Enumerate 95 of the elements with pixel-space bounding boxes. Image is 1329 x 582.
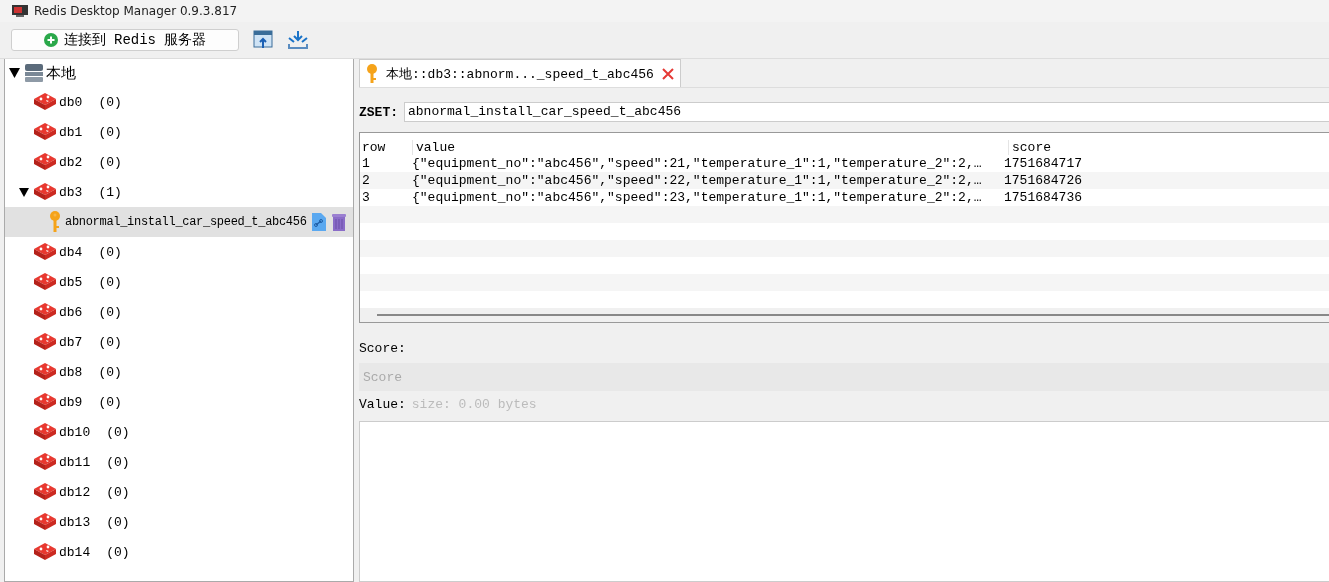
collapse-arrow-icon[interactable] xyxy=(9,68,20,78)
horizontal-scrollbar[interactable] xyxy=(377,314,1329,316)
key-count: (0) xyxy=(106,544,130,560)
database-cube-icon xyxy=(33,272,57,292)
table-cell-text: 2 xyxy=(361,173,371,188)
key-count: (0) xyxy=(98,274,122,290)
import-icon[interactable] xyxy=(253,30,273,50)
database-label: db7 xyxy=(59,334,83,350)
database-cube-icon xyxy=(33,542,57,562)
database-tree-item[interactable]: db0 (0) xyxy=(5,87,353,117)
plus-icon xyxy=(43,33,58,47)
database-cube-icon xyxy=(33,92,57,112)
download-icon[interactable] xyxy=(287,30,309,50)
key-count: (0) xyxy=(106,424,130,440)
database-tree-item[interactable]: db4 (0) xyxy=(5,237,353,267)
database-cube-icon xyxy=(33,332,57,352)
table-cell-text: {"equipment_no":"abc456","speed":22,"temperature_1":1,"temperature_2":2,… xyxy=(412,173,983,188)
database-tree-item[interactable]: db13 (0) xyxy=(5,507,353,537)
collapse-arrow-icon[interactable] xyxy=(19,187,29,197)
table-cell-text: {"equipment_no":"abc456","speed":23,"temperature_1":1,"temperature_2":2,… xyxy=(412,190,983,205)
window-title: Redis Desktop Manager 0.9.3.817 xyxy=(34,4,238,18)
key-label: abnormal_install_car_speed_t_abc456 xyxy=(65,215,307,229)
table-cell: 1751684717 xyxy=(1004,156,1082,171)
database-label: db8 xyxy=(59,364,83,380)
database-cube-icon xyxy=(33,452,57,472)
key-count: (0) xyxy=(98,394,122,410)
table-cell-text: 1 xyxy=(361,156,371,171)
database-tree-item[interactable]: db7 (0) xyxy=(5,327,353,357)
key-count: (0) xyxy=(98,124,122,140)
database-cube-icon xyxy=(33,152,57,172)
database-tree-item[interactable]: db5 (0) xyxy=(5,267,353,297)
database-tree-item[interactable]: db9 (0) xyxy=(5,387,353,417)
table-cell-text: {"equipment_no":"abc456","speed":21,"temperature_1":1,"temperature_2":2,… xyxy=(412,156,983,171)
column-header[interactable]: row xyxy=(360,140,412,155)
database-label: db10 xyxy=(59,424,91,440)
key-icon xyxy=(49,211,61,233)
database-cube-icon xyxy=(33,512,57,532)
database-tree-item[interactable]: db6 (0) xyxy=(5,297,353,327)
table-cell: 1751684736 xyxy=(1004,190,1082,205)
database-tree-item[interactable]: db8 (0) xyxy=(5,357,353,387)
key-icon xyxy=(366,63,378,84)
app-logo-icon xyxy=(12,5,28,17)
database-cube-icon xyxy=(33,182,57,202)
key-count: (1) xyxy=(98,184,122,200)
database-cube-icon xyxy=(33,482,57,502)
database-label: db14 xyxy=(59,544,91,560)
database-cube-icon xyxy=(33,242,57,262)
database-label: db11 xyxy=(59,454,91,470)
database-cube-icon xyxy=(33,122,57,142)
key-count: (0) xyxy=(106,484,130,500)
key-type-label: ZSET: xyxy=(359,104,398,120)
key-count: (0) xyxy=(98,154,122,170)
key-count: (0) xyxy=(98,244,122,260)
database-label: db13 xyxy=(59,514,91,530)
database-label: db6 xyxy=(59,304,83,320)
database-label: db1 xyxy=(59,124,83,140)
database-label: db0 xyxy=(59,94,83,110)
trash-icon[interactable] xyxy=(330,212,347,232)
server-icon xyxy=(24,63,44,83)
database-tree-item[interactable]: db12 (0) xyxy=(5,477,353,507)
database-tree-item[interactable]: db10 (0) xyxy=(5,417,353,447)
key-name-field[interactable]: abnormal_install_car_speed_t_abc456 xyxy=(404,102,1329,122)
database-tree-item[interactable]: db3 (1) xyxy=(5,177,353,207)
link-document-icon[interactable] xyxy=(310,212,327,232)
column-header[interactable]: score xyxy=(1008,140,1051,155)
value-label: Value: xyxy=(359,397,406,414)
database-tree-item[interactable]: db2 (0) xyxy=(5,147,353,177)
database-tree-item[interactable]: db14 (0) xyxy=(5,537,353,567)
database-cube-icon xyxy=(33,422,57,442)
score-label: Score: xyxy=(359,341,407,358)
column-header[interactable]: value xyxy=(412,140,1008,155)
table-cell-text: 3 xyxy=(361,190,371,205)
database-tree-item[interactable]: db11 (0) xyxy=(5,447,353,477)
database-cube-icon xyxy=(33,392,57,412)
database-tree-item[interactable]: db1 (0) xyxy=(5,117,353,147)
database-label: db12 xyxy=(59,484,91,500)
database-cube-icon xyxy=(33,302,57,322)
key-count: (0) xyxy=(98,364,122,380)
database-label: db5 xyxy=(59,274,83,290)
connection-label[interactable]: 本地 xyxy=(46,63,76,83)
close-icon[interactable] xyxy=(661,67,674,80)
database-label: db3 xyxy=(59,184,83,200)
key-tree-item[interactable]: abnormal_install_car_speed_t_abc456 xyxy=(5,207,353,237)
key-count: (0) xyxy=(98,94,122,110)
database-label: db9 xyxy=(59,394,83,410)
key-count: (0) xyxy=(98,304,122,320)
database-label: db2 xyxy=(59,154,83,170)
key-tab[interactable]: 本地::db3::abnorm..._speed_t_abc456 xyxy=(359,59,681,87)
connect-button[interactable]: 连接到 Redis 服务器 xyxy=(11,29,239,51)
database-cube-icon xyxy=(33,362,57,382)
key-count: (0) xyxy=(106,454,130,470)
key-count: (0) xyxy=(106,514,130,530)
key-count: (0) xyxy=(98,334,122,350)
table-cell: 1751684726 xyxy=(1004,173,1082,188)
database-label: db4 xyxy=(59,244,83,260)
